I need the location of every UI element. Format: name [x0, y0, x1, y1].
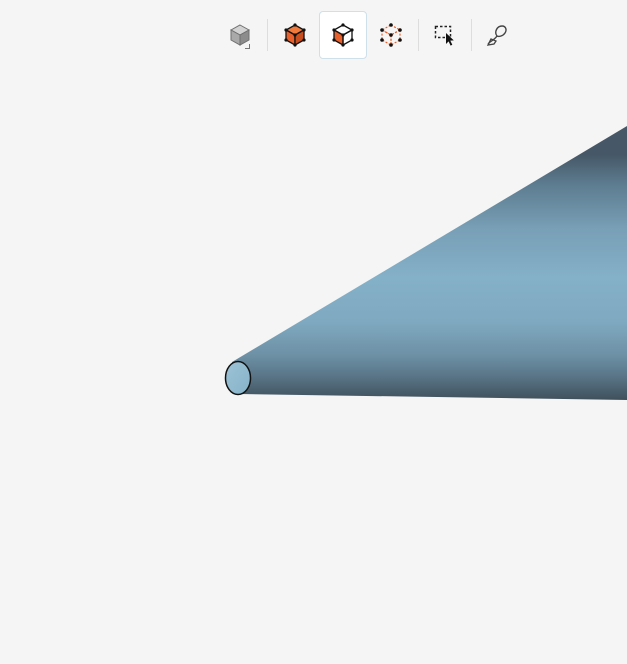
dropdown-corner-icon [245, 44, 250, 49]
shaded-view-button[interactable] [216, 11, 264, 59]
orange-cube-icon [284, 23, 306, 47]
lasso-select-button[interactable] [475, 11, 521, 59]
3d-viewport[interactable] [0, 0, 627, 664]
box-select-button[interactable] [422, 11, 468, 59]
shaded-cube-icon [230, 24, 250, 46]
select-face-button[interactable] [319, 11, 367, 59]
cone-tip-cap[interactable] [224, 360, 252, 396]
box-select-icon [434, 25, 454, 46]
lasso-select-icon [486, 25, 507, 46]
toolbar-divider [267, 19, 268, 51]
select-body-button[interactable] [271, 11, 319, 59]
select-vertex-button[interactable] [367, 11, 415, 59]
cone-model[interactable] [0, 0, 627, 664]
cube-face-select-icon [332, 23, 354, 47]
toolbar-divider [418, 19, 419, 51]
selection-toolbar [216, 11, 521, 59]
toolbar-divider [471, 19, 472, 51]
cube-vertex-select-icon [380, 23, 402, 47]
cone-surface[interactable] [232, 126, 627, 400]
